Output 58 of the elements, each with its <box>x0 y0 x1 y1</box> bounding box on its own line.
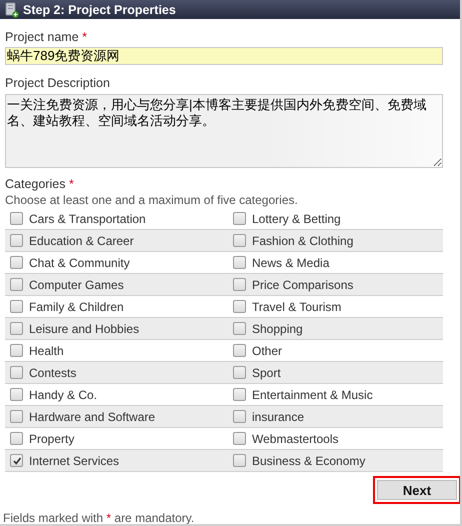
category-label: Hardware and Software <box>29 410 156 424</box>
category-label: Lottery & Betting <box>252 212 341 226</box>
field-label: Categories <box>5 177 66 191</box>
category-label: Education & Career <box>29 234 134 248</box>
category-checkbox[interactable] <box>10 300 23 313</box>
field-label: Project Description <box>5 76 110 90</box>
category-label: Computer Games <box>29 278 124 292</box>
category-checkbox[interactable] <box>233 300 246 313</box>
category-checkbox[interactable] <box>233 454 246 467</box>
category-label: Entertainment & Music <box>252 388 373 402</box>
category-checkbox[interactable] <box>10 432 23 445</box>
category-checkbox[interactable] <box>10 366 23 379</box>
category-checkbox[interactable] <box>233 322 246 335</box>
category-checkbox[interactable] <box>10 234 23 247</box>
categories-hint: Choose at least one and a maximum of five categories. <box>5 193 299 208</box>
category-checkbox[interactable] <box>10 322 23 335</box>
required-mark: * <box>68 177 74 191</box>
category-checkbox[interactable] <box>233 366 246 379</box>
category-label: Chat & Community <box>29 256 130 270</box>
category-checkbox[interactable] <box>233 212 246 225</box>
category-checkbox[interactable] <box>10 212 23 225</box>
category-checkbox[interactable] <box>233 432 246 445</box>
category-checkbox[interactable] <box>10 278 23 291</box>
category-checkbox[interactable] <box>10 388 23 401</box>
category-label: insurance <box>252 410 304 424</box>
category-label: Fashion & Clothing <box>252 234 354 248</box>
category-label: Handy & Co. <box>29 388 98 402</box>
project-description-field[interactable]: 一关注免费资源，用心与您分享|本博客主要提供国内外免费空间、免费域名、建站教程、空间域名活动分享。 <box>5 94 443 168</box>
category-label: News & Media <box>252 256 330 270</box>
category-label: Property <box>29 432 74 446</box>
next-button[interactable]: Next <box>377 480 457 500</box>
category-label: Leisure and Hobbies <box>29 322 140 336</box>
category-label: Price Comparisons <box>252 278 354 292</box>
category-checkbox[interactable] <box>10 410 23 423</box>
category-label: Business & Economy <box>252 454 366 468</box>
category-checkbox[interactable] <box>233 344 246 357</box>
project-name-field[interactable]: 蜗牛789免费资源网 <box>5 47 443 65</box>
category-label: Webmastertools <box>252 432 338 446</box>
required-mark: * <box>82 30 88 44</box>
category-checkbox[interactable] <box>233 388 246 401</box>
category-label: Family & Children <box>29 300 124 314</box>
category-label: Travel & Tourism <box>252 300 342 314</box>
category-checkbox[interactable] <box>10 256 23 269</box>
category-label: Cars & Transportation <box>29 212 146 226</box>
category-label: Health <box>29 344 64 358</box>
category-checkbox[interactable] <box>233 278 246 291</box>
category-label: Shopping <box>252 322 303 336</box>
category-checkbox[interactable] <box>10 454 23 467</box>
category-checkbox[interactable] <box>233 234 246 247</box>
category-label: Sport <box>252 366 281 380</box>
category-checkbox[interactable] <box>10 344 23 357</box>
field-label: Project name <box>5 30 79 44</box>
header-title: Step 2: Project Properties <box>23 2 176 16</box>
category-label: Other <box>252 344 282 358</box>
category-label: Internet Services <box>29 454 120 468</box>
category-checkbox[interactable] <box>233 256 246 269</box>
category-checkbox[interactable] <box>233 410 246 423</box>
category-label: Contests <box>29 366 76 380</box>
